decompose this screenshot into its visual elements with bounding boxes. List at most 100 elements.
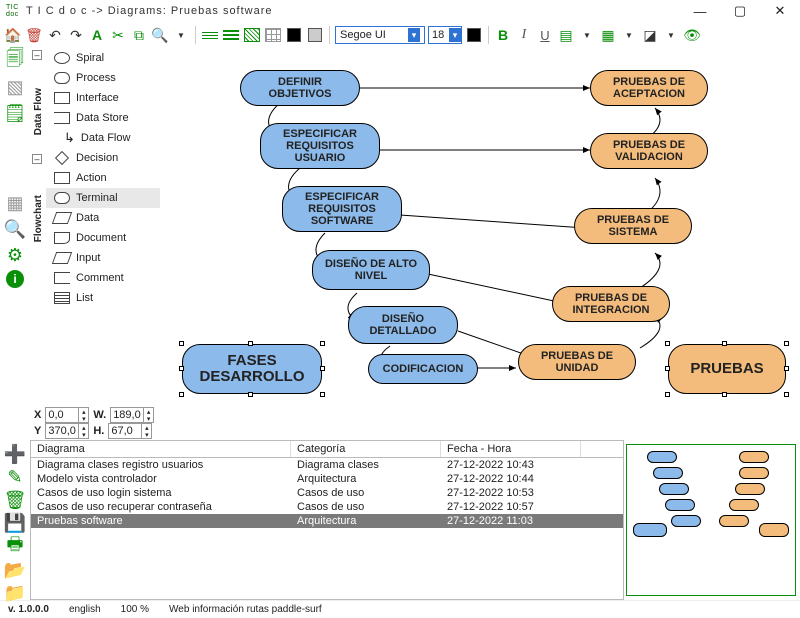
search-icon[interactable]: 🔍 (4, 218, 26, 240)
main-toolbar: 🏠 🗑 ↶ ↷ A ✂ ⧉ 🔍 ▼ Segoe UI ▾ 18 ▾ B I U … (0, 22, 800, 48)
text-tool-icon[interactable]: A (88, 26, 106, 44)
bold-button[interactable]: B (494, 26, 512, 44)
home-icon[interactable]: 🏠 (4, 26, 22, 44)
zoom-icon[interactable]: 🔍 (151, 26, 169, 44)
layer-up-icon[interactable]: ◪ (641, 26, 659, 44)
delete-icon[interactable]: 🗑 (4, 490, 26, 511)
shape-action[interactable]: Action (46, 168, 160, 188)
cut-icon[interactable]: ✂ (109, 26, 127, 44)
node-codificacion[interactable]: CODIFICACION (368, 354, 478, 384)
textbox1-icon[interactable]: ▤ (557, 26, 575, 44)
color-grey-swatch[interactable] (306, 26, 324, 44)
table-row-selected[interactable]: Pruebas software Arquitectura 27-12-2022… (31, 514, 623, 528)
trash-icon[interactable]: 🗑 (25, 26, 43, 44)
print-icon[interactable]: 🖶 (4, 536, 26, 558)
table-icon[interactable]: ▦ (599, 26, 617, 44)
underline-button[interactable]: U (536, 26, 554, 44)
collapse-toggle2[interactable]: – (32, 154, 42, 164)
align-lines-icon[interactable] (201, 26, 219, 44)
shape-process[interactable]: Process (46, 68, 160, 88)
h-input[interactable]: 67,0 ▴▾ (108, 423, 152, 439)
table-row[interactable]: Casos de uso recuperar contraseña Casos … (31, 500, 623, 514)
collapse-toggle[interactable]: – (32, 50, 42, 60)
layout-icon[interactable]: ▧ (4, 76, 26, 98)
add-icon[interactable]: ➕ (4, 444, 26, 465)
shape-dataflow[interactable]: ↳ Data Flow (46, 128, 160, 148)
separator (488, 26, 489, 44)
shape-spiral[interactable]: Spiral (46, 48, 160, 68)
save-icon[interactable]: 💾 (4, 513, 26, 534)
status-project: Web información rutas paddle-surf (169, 604, 322, 615)
align-thick-icon[interactable] (222, 26, 240, 44)
dropdown4-icon[interactable]: ▼ (662, 26, 680, 44)
diagram-canvas[interactable]: DEFINIR OBJETIVOS ESPECIFICAR REQUISITOS… (160, 48, 800, 406)
dropdown-icon[interactable]: ▼ (172, 26, 190, 44)
table-row[interactable]: Casos de uso login sistema Casos de uso … (31, 486, 623, 500)
window-title: T I C d o c -> Diagrams: Pruebas softwar… (26, 5, 273, 17)
shape-datastore[interactable]: Data Store (46, 108, 160, 128)
shape-document[interactable]: Document (46, 228, 160, 248)
node-pruebas-sistema[interactable]: PRUEBAS DE SISTEMA (574, 208, 692, 244)
node-pruebas[interactable]: PRUEBAS (668, 344, 786, 394)
edit-icon[interactable]: ✎ (4, 467, 26, 488)
col-categoria[interactable]: Categoría (291, 441, 441, 457)
title-bar: TICdoc T I C d o c -> Diagrams: Pruebas … (0, 0, 800, 22)
diagrams-table[interactable]: Diagrama Categoría Fecha - Hora Diagrama… (30, 440, 624, 600)
node-pruebas-integracion[interactable]: PRUEBAS DE INTEGRACION (552, 286, 670, 322)
font-family-select[interactable]: Segoe UI ▾ (335, 26, 425, 44)
shape-data[interactable]: Data (46, 208, 160, 228)
info-icon[interactable]: i (6, 270, 24, 288)
col-fecha[interactable]: Fecha - Hora (441, 441, 581, 457)
y-input[interactable]: 370,0 ▴▾ (45, 423, 89, 439)
undo-icon[interactable]: ↶ (46, 26, 64, 44)
node-diseno-alto-nivel[interactable]: DISEÑO DE ALTO NIVEL (312, 250, 430, 290)
table-row[interactable]: Modelo vista controlador Arquitectura 27… (31, 472, 623, 486)
color-black-swatch[interactable] (285, 26, 303, 44)
close-button[interactable]: ✕ (760, 0, 800, 22)
dropdown3-icon[interactable]: ▼ (620, 26, 638, 44)
left-icon-bar: 🗐 ▧ 🗒 ▦ 🔍 ⚙ i (0, 48, 30, 406)
status-bar: v. 1.0.0.0 english 100 % Web información… (0, 600, 800, 618)
node-diseno-detallado[interactable]: DISEÑO DETALLADO (348, 306, 458, 344)
node-fases-desarrollo[interactable]: FASES DESARROLLO (182, 344, 322, 394)
settings-icon[interactable]: ⚙ (4, 244, 26, 266)
color-black2-swatch[interactable] (465, 26, 483, 44)
pages-icon[interactable]: 🗐 (4, 50, 26, 72)
x-input[interactable]: 0,0 ▴▾ (45, 407, 89, 423)
fill-hatch-icon[interactable] (243, 26, 261, 44)
table-row[interactable]: Diagrama clases registro usuarios Diagra… (31, 458, 623, 472)
shape-list[interactable]: List (46, 288, 160, 308)
notes-icon[interactable]: 🗒 (4, 102, 26, 124)
export-icon[interactable]: 📁 (4, 583, 26, 604)
separator (195, 26, 196, 44)
node-pruebas-unidad[interactable]: PRUEBAS DE UNIDAD (518, 344, 636, 380)
shape-comment[interactable]: Comment (46, 268, 160, 288)
shape-decision[interactable]: Decision (46, 148, 160, 168)
w-input[interactable]: 189,0 ▴▾ (110, 407, 154, 423)
eye-icon[interactable]: 👁 (683, 26, 701, 44)
chevron-down-icon: ▾ (449, 28, 461, 42)
font-size-select[interactable]: 18 ▾ (428, 26, 462, 44)
open-icon[interactable]: 📂 (4, 560, 26, 581)
node-definir-objetivos[interactable]: DEFINIR OBJETIVOS (240, 70, 360, 106)
font-size-value: 18 (432, 29, 444, 41)
redo-icon[interactable]: ↷ (67, 26, 85, 44)
font-family-value: Segoe UI (340, 29, 386, 41)
diagram-thumbnail[interactable] (626, 444, 796, 596)
col-diagrama[interactable]: Diagrama (31, 441, 291, 457)
minimize-button[interactable]: — (680, 0, 720, 22)
italic-button[interactable]: I (515, 26, 533, 44)
node-especificar-req-usuario[interactable]: ESPECIFICAR REQUISITOS USUARIO (260, 123, 380, 169)
shape-input[interactable]: Input (46, 248, 160, 268)
grid-icon[interactable]: ▦ (4, 192, 26, 214)
fill-grid-icon[interactable] (264, 26, 282, 44)
maximize-button[interactable]: ▢ (720, 0, 760, 22)
node-pruebas-aceptacion[interactable]: PRUEBAS DE ACEPTACION (590, 70, 708, 106)
node-pruebas-validacion[interactable]: PRUEBAS DE VALIDACION (590, 133, 708, 169)
shape-interface[interactable]: Interface (46, 88, 160, 108)
coordinate-bar2: Y 370,0 ▴▾ H. 67,0 ▴▾ (0, 422, 800, 440)
dropdown2-icon[interactable]: ▼ (578, 26, 596, 44)
copy-icon[interactable]: ⧉ (130, 26, 148, 44)
shape-terminal[interactable]: Terminal (46, 188, 160, 208)
node-especificar-req-software[interactable]: ESPECIFICAR REQUISITOS SOFTWARE (282, 186, 402, 232)
